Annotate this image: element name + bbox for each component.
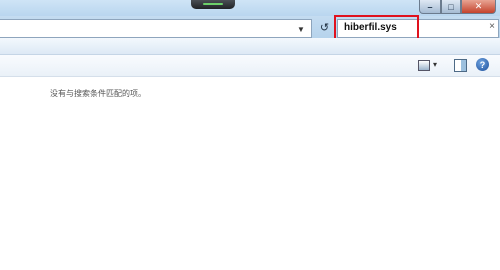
views-dropdown-icon[interactable]: ▾ bbox=[433, 60, 437, 69]
address-bar[interactable]: ▼ bbox=[0, 19, 312, 38]
refresh-button[interactable]: ↺ bbox=[316, 19, 333, 36]
empty-results-message: 没有与搜索条件匹配的项。 bbox=[50, 89, 146, 98]
help-icon: ? bbox=[479, 59, 486, 70]
clear-search-button[interactable]: × bbox=[489, 21, 495, 32]
change-view-button[interactable] bbox=[418, 60, 430, 71]
maximize-button[interactable]: □ bbox=[441, 0, 461, 14]
chevron-down-icon[interactable]: ▼ bbox=[297, 25, 305, 34]
highlight-annotation bbox=[334, 15, 419, 40]
refresh-icon: ↺ bbox=[319, 22, 330, 34]
grip-indicator bbox=[203, 3, 223, 5]
toolbar: ▾ ? bbox=[0, 55, 500, 77]
preview-pane-button[interactable] bbox=[454, 59, 467, 72]
title-bar: – □ ✕ bbox=[0, 0, 500, 16]
help-button[interactable]: ? bbox=[476, 58, 489, 71]
caption-buttons: – □ ✕ bbox=[419, 0, 496, 14]
window-grip[interactable] bbox=[191, 0, 235, 9]
results-pane[interactable]: 没有与搜索条件匹配的项。 bbox=[0, 77, 500, 270]
address-row: ▼ ↺ hiberfil.sys × bbox=[0, 16, 500, 38]
minimize-button[interactable]: – bbox=[419, 0, 441, 14]
command-bar bbox=[0, 38, 500, 55]
close-button[interactable]: ✕ bbox=[461, 0, 496, 14]
